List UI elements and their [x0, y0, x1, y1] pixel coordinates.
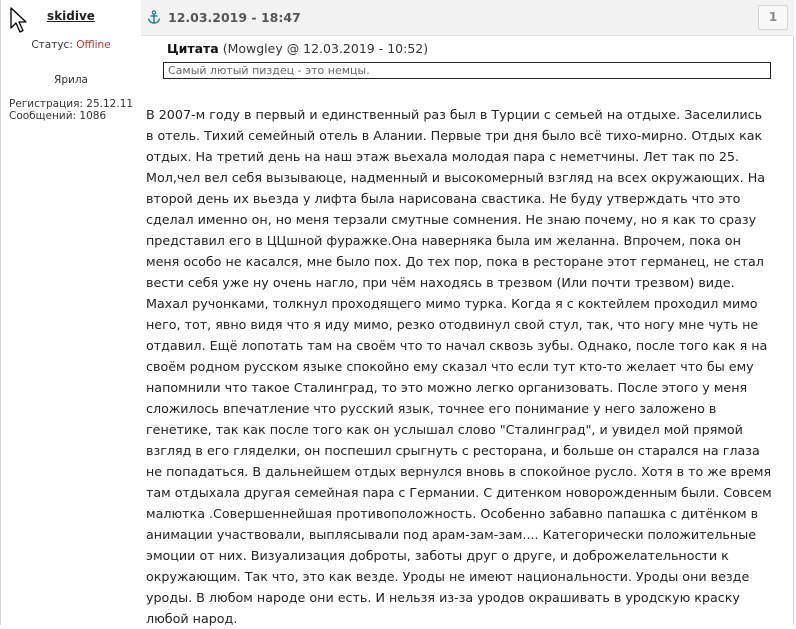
user-status: Статус: Offline — [1, 39, 141, 51]
post-number-link[interactable]: 1 — [758, 5, 788, 30]
message-line: второй день их вьезда у лифта была нарис… — [146, 191, 741, 206]
user-info-panel: skidive Статус: Offline Ярила Регистраци… — [1, 0, 141, 625]
post-message: В 2007-м году в первый и единственный ра… — [146, 104, 792, 629]
message-line: сделал именно он, но меня терзали смутны… — [146, 212, 757, 227]
registration-label: Регистрация: — [9, 98, 83, 110]
message-line: Мол,чел вел себя вызываюце, надменный и … — [146, 170, 766, 185]
message-line: В 2007-м году в первый и единственный ра… — [146, 107, 763, 122]
message-line: отдых. На третий день на наш этаж вьехал… — [146, 149, 740, 164]
message-line: не попадаться. В дальнейшем отдых вернул… — [146, 464, 772, 479]
message-line: в отель. Тихий семейный отель в Алании. … — [146, 128, 763, 143]
message-line: анимации участвовали, выплясывали под ар… — [146, 527, 757, 542]
registration-row: Регистрация: 25.12.11 — [9, 98, 133, 110]
post-header: 12.03.2019 - 18:47 1 — [141, 0, 794, 36]
message-line: уроды. В любом народе они есть. И нельзя… — [146, 590, 740, 605]
message-line: отдавил. Ещё лопотать там на своём что т… — [146, 338, 768, 353]
message-line: окружающим. Так что, это как везде. Урод… — [146, 569, 750, 584]
message-line: вести себя уже ну очень нагло, при чём н… — [146, 275, 735, 290]
message-line: него, тот, явно видя что я иду мимо, рез… — [146, 317, 759, 332]
message-line: Махал ручонками, толкнул проходящего мим… — [146, 296, 758, 311]
message-line: эмоции от них. Визуализация доброты, заб… — [146, 548, 729, 563]
message-line: любой народ. — [146, 611, 238, 626]
quote-label: Цитата — [167, 41, 219, 56]
anchor-icon[interactable] — [147, 10, 161, 24]
quote-box: Самый лютый пиздец - это немцы. — [163, 62, 771, 79]
post-datetime: 12.03.2019 - 18:47 — [168, 10, 301, 25]
registration-date: 25.12.11 — [86, 98, 134, 110]
message-line: взгляд в его гляделки, он поспешил срыгн… — [146, 443, 760, 458]
user-title: Ярила — [54, 74, 88, 86]
forum-post: skidive Статус: Offline Ярила Регистраци… — [0, 0, 794, 626]
user-stats: Регистрация: 25.12.11 Сообщений: 1086 — [9, 98, 133, 122]
message-line: меня особо не касался, мне было пох. До … — [146, 254, 764, 269]
quote-meta: (Mowgley @ 12.03.2019 - 10:52) — [222, 41, 429, 56]
message-line: генетике, так как после того как он услы… — [146, 422, 743, 437]
message-line: своём родном русском языке спокойно ему … — [146, 359, 754, 374]
message-line: напомнили что такое Сталинград, то это м… — [146, 380, 748, 395]
posts-label: Сообщений: — [9, 110, 77, 122]
posts-count: 1086 — [79, 110, 107, 122]
posts-row: Сообщений: 1086 — [9, 110, 133, 122]
message-line: представил его в ЦЦшной фуражке.Она наве… — [146, 233, 741, 248]
quote-header: Цитата (Mowgley @ 12.03.2019 - 10:52) — [167, 41, 428, 56]
status-value: Offline — [76, 39, 111, 51]
message-line: сложилось впечатление что русский язык, … — [146, 401, 717, 416]
status-label: Статус: — [31, 39, 73, 51]
message-line: там отдыхала другая семейная пара с Герм… — [146, 485, 772, 500]
username-link[interactable]: skidive — [1, 9, 141, 23]
message-line: малютка .Совершеннейшая противоположност… — [146, 506, 759, 521]
